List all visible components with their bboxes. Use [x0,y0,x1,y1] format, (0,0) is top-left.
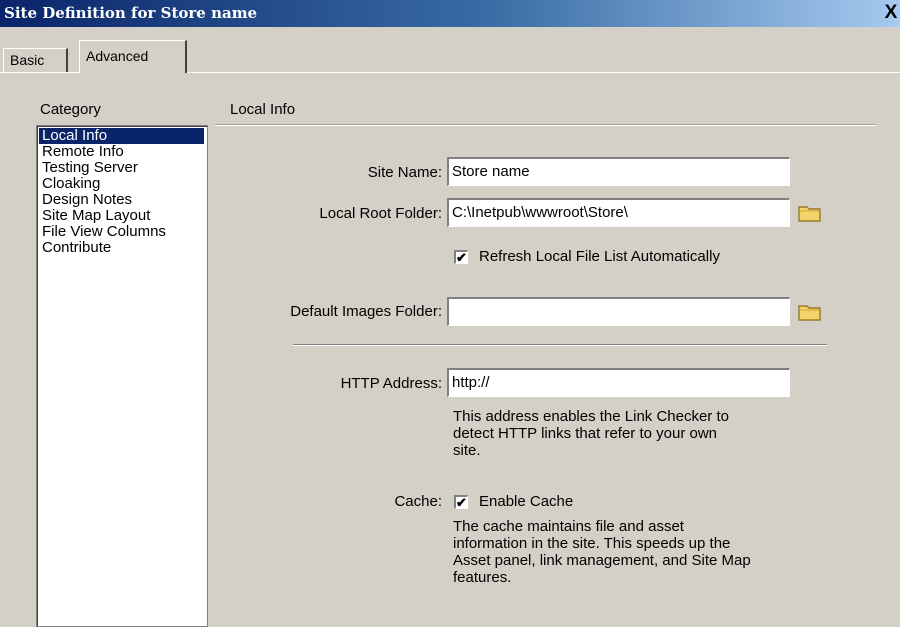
cache-label: Cache: [394,493,442,510]
section-heading: Local Info [230,101,296,118]
title-bar: Site Definition for Store name X [0,0,900,27]
section-divider [215,124,875,126]
close-button[interactable]: X [880,1,900,25]
default-images-folder-input[interactable] [447,297,790,326]
site-name-label: Site Name: [367,164,442,181]
category-item-testing-server[interactable]: Testing Server [42,160,138,176]
help-line: features. [453,569,512,586]
local-root-folder-label: Local Root Folder: [319,205,442,222]
category-item-site-map-layout[interactable]: Site Map Layout [42,208,150,224]
default-images-folder-label: Default Images Folder: [290,303,442,320]
help-line: The cache maintains file and asset [453,518,684,535]
folder-icon[interactable] [798,302,822,322]
window-title: Site Definition for Store name [4,4,258,22]
category-heading: Category [40,101,101,118]
refresh-checkbox-label[interactable]: Refresh Local File List Automatically [479,248,720,265]
help-line: This address enables the Link Checker to [453,408,729,425]
local-root-folder-input[interactable]: C:\Inetpub\wwwroot\Store\ [447,198,790,227]
category-list[interactable]: Local Info Remote Info Testing Server Cl… [36,125,208,627]
folder-icon[interactable] [798,203,822,223]
site-name-input[interactable]: Store name [447,157,790,186]
http-address-label: HTTP Address: [340,375,442,392]
enable-cache-checkbox[interactable]: ✔ [454,495,468,509]
category-item-cloaking[interactable]: Cloaking [42,176,100,192]
cache-help: The cache maintains file and asset infor… [453,518,751,586]
http-address-help: This address enables the Link Checker to… [453,408,729,459]
category-item-remote-info[interactable]: Remote Info [42,144,124,160]
category-item-local-info[interactable]: Local Info [39,128,204,144]
category-item-contribute[interactable]: Contribute [42,240,111,256]
tab-basic[interactable]: Basic [3,48,68,72]
help-line: site. [453,442,481,459]
category-item-design-notes[interactable]: Design Notes [42,192,132,208]
category-item-file-view-columns[interactable]: File View Columns [42,224,166,240]
http-address-input[interactable]: http:// [447,368,790,397]
enable-cache-label[interactable]: Enable Cache [479,493,573,510]
help-line: detect HTTP links that refer to your own [453,425,718,442]
help-line: information in the site. This speeds up … [453,535,731,552]
help-line: Asset panel, link management, and Site M… [453,552,751,569]
fields-divider [293,344,827,346]
tab-advanced[interactable]: Advanced [79,40,187,73]
refresh-checkbox[interactable]: ✔ [454,250,468,264]
